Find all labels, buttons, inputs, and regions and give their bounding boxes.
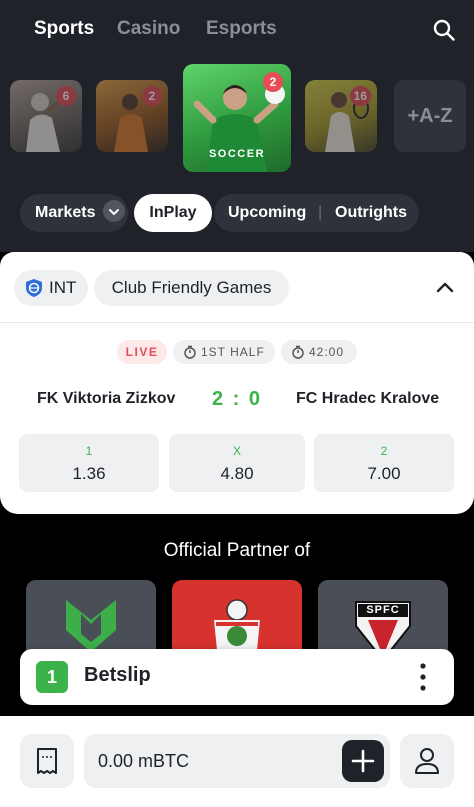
tab-upcoming[interactable]: Upcoming [228,194,306,232]
user-icon [415,748,439,774]
top-nav: Sports Casino Esports [0,14,474,48]
stopwatch-icon [292,345,304,359]
tab-sports[interactable]: Sports [34,18,94,40]
chevron-down-icon [103,199,126,222]
deposit-button[interactable] [342,740,384,782]
ticket-icon [37,748,57,774]
card-divider [0,322,474,323]
odds-label: 1 [85,444,93,458]
sport-basketball[interactable]: 2 [96,80,168,152]
region-label: INT [49,278,77,297]
odds-home-button[interactable]: 1 1.36 [19,434,159,492]
chevron-up-icon[interactable] [436,280,454,294]
region-chip[interactable]: INT [14,270,88,306]
tab-casino[interactable]: Casino [117,18,180,40]
odds-value: 7.00 [367,464,401,483]
spfc-crest-text: SPFC [366,604,400,616]
partners-title: Official Partner of [163,540,311,561]
clock-badge: 42:00 [281,340,357,364]
all-sports-az-button[interactable]: +A-Z [394,80,466,152]
partner-logo-spfc[interactable]: SPFC [318,580,448,660]
balance-value: 0.00 mBTC [98,751,190,771]
plus-icon [351,749,375,773]
sport-count-badge: 2 [142,86,162,106]
betslip-count-badge: 1 [36,661,68,693]
markets-label: Markets [35,204,96,221]
away-team[interactable]: FC Hradec Kralove [296,390,439,408]
odds-draw-button[interactable]: X 4.80 [169,434,305,492]
bottom-bar: 0.00 mBTC [0,716,474,807]
odds-value: 4.80 [220,464,254,483]
match-card: INT Club Friendly Games LIVE 1ST HALF 42… [0,252,474,514]
tab-inplay[interactable]: InPlay [134,194,212,232]
shield-leaf-logo-icon [66,600,116,652]
live-badge: LIVE [117,340,167,364]
sport-soccer[interactable]: 2 SOCCER [183,64,291,172]
partner-logo-gaming[interactable] [26,580,156,660]
spfc-crest-icon [355,601,411,660]
tab-esports[interactable]: Esports [206,18,277,40]
period-label: 1ST HALF [201,345,265,359]
globe-shield-icon [26,279,42,297]
betslip-label: Betslip [84,664,151,686]
period-badge: 1ST HALF [173,340,275,364]
odds-label: 2 [380,444,388,458]
tab-outrights[interactable]: Outrights [335,194,407,232]
sport-count-badge: 6 [56,86,76,106]
bet-ticket-button[interactable] [20,734,74,788]
clock-label: 42:00 [309,345,345,359]
competition-chip[interactable]: Club Friendly Games [94,270,289,306]
sport-carousel: 6 2 2 SOCCER 16 +A-Z [0,62,474,174]
sport-count-badge: 16 [349,86,371,106]
football-club-crest-icon [214,599,260,660]
odds-label: X [232,444,241,458]
sport-baseball[interactable]: 6 [10,80,82,152]
more-vertical-icon[interactable] [420,663,426,691]
header: Sports Casino Esports 6 2 2 SOCCER 16 +A… [0,0,474,252]
account-button[interactable] [400,734,454,788]
odds-away-button[interactable]: 2 7.00 [314,434,454,492]
tab-separator: | [318,204,323,221]
sport-tennis[interactable]: 16 [305,80,377,152]
stopwatch-icon [184,345,196,359]
partner-logo-southampton[interactable] [172,580,302,660]
odds-value: 1.36 [72,464,106,483]
sport-count-badge: 2 [263,72,283,92]
wallet-balance[interactable]: 0.00 mBTC [84,734,390,788]
sport-label: SOCCER [208,148,266,160]
search-icon[interactable] [432,18,456,42]
filter-bar: Markets InPlay Upcoming | Outrights [0,194,474,234]
markets-dropdown[interactable]: Markets [20,194,128,232]
upcoming-outrights-group: Upcoming | Outrights [214,194,419,232]
betslip-bar[interactable]: 1 Betslip [20,649,454,705]
